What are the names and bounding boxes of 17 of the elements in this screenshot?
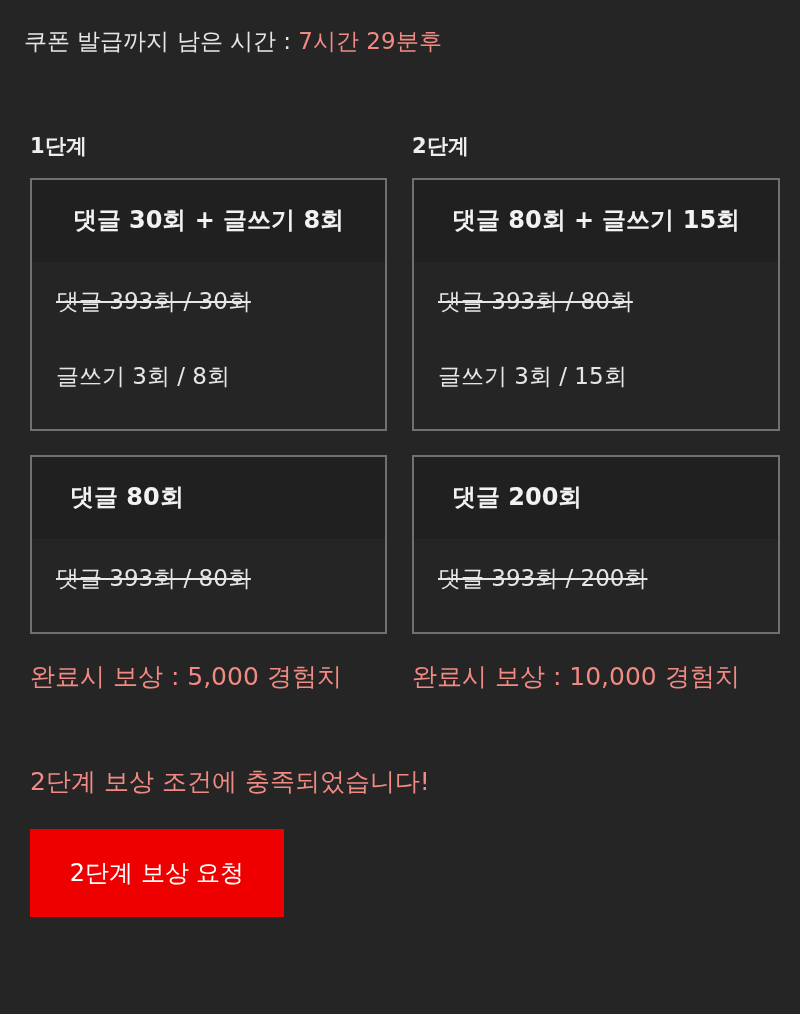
- stage-title: 2단계: [412, 132, 470, 160]
- mission-title: 댓글 30회 + 글쓰기 8회: [32, 180, 385, 262]
- mission-title: 댓글 80회 + 글쓰기 15회: [414, 180, 778, 262]
- stage-title: 1단계: [30, 132, 88, 160]
- progress-text: 댓글 393회 / 200회: [438, 564, 649, 593]
- countdown-text: 쿠폰 발급까지 남은 시간 : 7시간 29분후: [24, 27, 443, 56]
- progress-text: 댓글 393회 / 80회: [438, 287, 634, 316]
- progress-text: 글쓰기 3회 / 15회: [438, 361, 628, 391]
- mission-title: 댓글 80회: [32, 457, 385, 539]
- progress-text: 글쓰기 3회 / 8회: [56, 361, 231, 391]
- reward-text: 완료시 보상 : 10,000 경험치: [412, 660, 741, 693]
- mission-title: 댓글 200회: [414, 457, 778, 539]
- request-reward-button[interactable]: 2단계 보상 요청: [30, 828, 284, 917]
- progress-text: 댓글 393회 / 80회: [56, 564, 252, 593]
- progress-text: 댓글 393회 / 30회: [56, 287, 252, 316]
- notice-text: 2단계 보상 조건에 충족되었습니다!: [30, 766, 431, 798]
- reward-text: 완료시 보상 : 5,000 경험치: [30, 660, 343, 693]
